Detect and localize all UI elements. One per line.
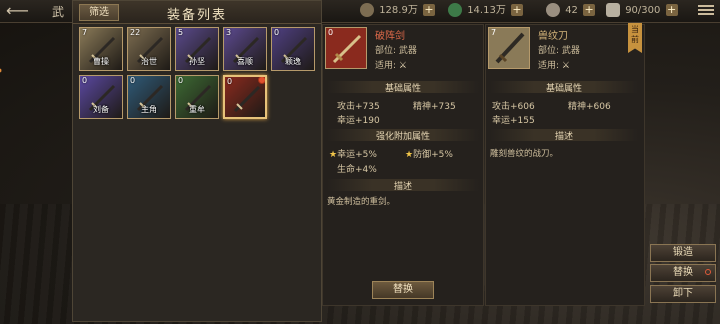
item-name: 重牟: [189, 105, 205, 114]
star-icon: ★: [329, 150, 338, 160]
title-char: 武: [52, 5, 65, 19]
notification-dot: [705, 269, 711, 275]
item-name: 刘备: [93, 105, 109, 114]
equipment-slot[interactable]: 0 颖逸: [271, 27, 315, 71]
gem-icon: [546, 3, 560, 17]
bonus-defense: ★防御+5%: [405, 150, 453, 160]
resource-gem: 42 +: [546, 3, 596, 19]
equipment-slot[interactable]: 0 刘备: [79, 75, 123, 119]
jade-coin-icon: [448, 3, 462, 17]
item-name: 喜顺: [237, 57, 253, 66]
usable-icon: ⚔: [561, 61, 570, 71]
item-name: 主角: [141, 105, 157, 114]
list-title: 装备列表: [166, 8, 227, 23]
usable-label: 适用:: [375, 61, 397, 71]
usable-icon: ⚔: [398, 61, 407, 71]
resource-gem-value: 42: [565, 5, 578, 16]
copper-coin-icon: [360, 3, 374, 17]
resource-jade-value: 14.13万: [467, 5, 506, 16]
resource-stamina-value: 90/300: [625, 5, 661, 16]
base-attr-header: 基础属性: [327, 81, 479, 94]
equipment-slot[interactable]: 0: [223, 75, 267, 119]
usable-label: 适用:: [538, 61, 560, 71]
item-usable: 适用: ⚔: [538, 58, 570, 71]
equipment-slot[interactable]: 5 孙坚: [175, 27, 219, 71]
item-count: 0: [328, 28, 334, 37]
item-slot: 部位: 武器: [538, 46, 580, 56]
equipment-slot[interactable]: 7 曹操: [79, 27, 123, 71]
new-dot: [258, 77, 265, 84]
item-name: 破阵剑: [375, 31, 405, 42]
equipment-slot[interactable]: 0 重牟: [175, 75, 219, 119]
item-name: 曹操: [93, 57, 109, 66]
item-name: 治世: [141, 57, 157, 66]
bonus-hp: 生命+4%: [337, 165, 377, 175]
equipment-slot[interactable]: 22 治世: [127, 27, 171, 71]
base-attr-header: 基础属性: [490, 81, 638, 94]
equipment-slot[interactable]: 0 主角: [127, 75, 171, 119]
stat-luck: 幸运+190: [337, 116, 380, 126]
desc-header: 描述: [490, 129, 638, 142]
add-copper-button[interactable]: +: [423, 4, 436, 16]
menu-icon[interactable]: [698, 3, 714, 17]
add-gem-button[interactable]: +: [583, 4, 596, 16]
item-slot: 部位: 武器: [375, 46, 417, 56]
add-stamina-button[interactable]: +: [665, 4, 678, 16]
equipment-list-panel: 筛选 装备列表 7 曹操 22 治世 5 孙坚 3 喜顺 0 颖逸 0 刘备 0 主角 0 重牟 0: [72, 0, 322, 322]
bonus-attr-header: 强化附加属性: [327, 129, 479, 142]
unequip-button[interactable]: 卸下: [650, 285, 716, 303]
stat-attack: 攻击+735: [337, 102, 380, 112]
equipment-slot[interactable]: 3 喜顺: [223, 27, 267, 71]
side-expand-arrow-icon[interactable]: ›: [0, 58, 16, 83]
equipped-tag: 当前: [628, 23, 642, 53]
stat-spirit: 精神+735: [413, 102, 456, 112]
weapon-icon: [233, 85, 261, 113]
replace-button[interactable]: 替换: [372, 281, 434, 299]
resource-jade: 14.13万 +: [448, 3, 524, 19]
resource-copper-value: 128.9万: [379, 5, 418, 16]
stamina-icon: [606, 3, 620, 17]
item-description: 雕刻兽纹的战刀。: [490, 149, 559, 159]
add-jade-button[interactable]: +: [511, 4, 524, 16]
back-button[interactable]: ⟵: [6, 2, 46, 20]
item-usable: 适用: ⚔: [375, 58, 407, 71]
desc-header: 描述: [327, 179, 479, 192]
list-header: 筛选 装备列表: [73, 1, 321, 24]
resource-stamina: 90/300 +: [606, 3, 678, 19]
bonus-luck: ★幸运+5%: [329, 150, 377, 160]
equipped-item-icon: 7: [488, 27, 530, 69]
selected-item-detail: 0 破阵剑 部位: 武器 适用: ⚔ 基础属性 攻击+735 精神+735 幸运…: [322, 24, 484, 306]
swap-button[interactable]: 替换: [650, 264, 716, 282]
stat-attack: 攻击+606: [492, 102, 535, 112]
forge-button[interactable]: 锻造: [650, 244, 716, 262]
item-name: 兽纹刀: [538, 31, 568, 42]
stat-spirit: 精神+606: [568, 102, 611, 112]
filter-button[interactable]: 筛选: [79, 4, 119, 21]
item-count: 7: [491, 28, 497, 37]
selected-item-icon: 0: [325, 27, 367, 69]
item-name: 颖逸: [285, 57, 301, 66]
resource-copper: 128.9万 +: [360, 3, 436, 19]
equipped-item-detail: 7 兽纹刀 部位: 武器 适用: ⚔ 当前 基础属性 攻击+606 精神+606…: [485, 23, 645, 306]
star-icon: ★: [405, 150, 414, 160]
item-name: 孙坚: [189, 57, 205, 66]
item-description: 黄金制造的重剑。: [327, 197, 396, 207]
stat-luck: 幸运+155: [492, 116, 535, 126]
